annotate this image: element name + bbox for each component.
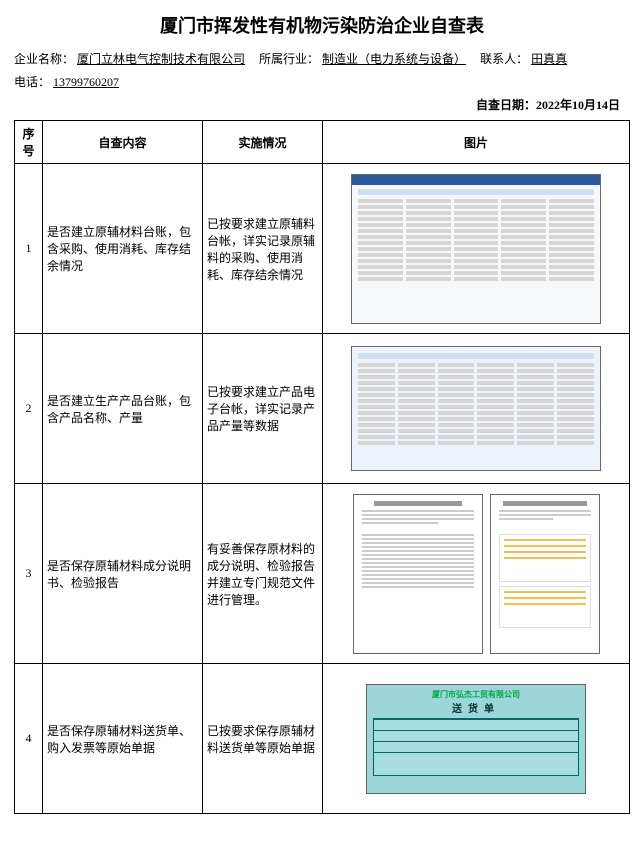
contact-label: 联系人： (480, 52, 528, 66)
th-seq: 序号 (15, 121, 43, 164)
cell-seq: 4 (15, 664, 43, 814)
cell-pic: 厦门市弘杰工贸有限公司 送货单 (323, 664, 630, 814)
page-title: 厦门市挥发性有机物污染防治企业自查表 (14, 12, 630, 38)
th-impl: 实施情况 (203, 121, 323, 164)
cell-content: 是否保存原辅材料送货单、购入发票等原始单据 (43, 664, 203, 814)
cell-pic (323, 484, 630, 664)
cell-impl: 已按要求建立原辅料台帐，详实记录原辅料的采购、使用消耗、库存结余情况 (203, 164, 323, 334)
contact-value: 田真真 (531, 52, 567, 66)
cell-content: 是否建立原辅材料台账，包含采购、使用消耗、库存结余情况 (43, 164, 203, 334)
receipt-title: 送货单 (367, 700, 585, 715)
table-row: 3 是否保存原辅材料成分说明书、检验报告 有妥善保存原材料的成分说明、检验报告并… (15, 484, 630, 664)
phone-value: 13799760207 (53, 75, 119, 89)
report-thumb (490, 494, 600, 654)
cell-impl: 已按要求保存原辅材料送货单等原始单据 (203, 664, 323, 814)
receipt-company: 厦门市弘杰工贸有限公司 (367, 685, 585, 700)
cell-content: 是否保存原辅材料成分说明书、检验报告 (43, 484, 203, 664)
industry-value: 制造业（电力系统与设备） (322, 52, 466, 66)
date-value: 2022年10月14日 (536, 98, 620, 112)
th-content: 自查内容 (43, 121, 203, 164)
date-label: 自查日期： (476, 98, 536, 112)
inspection-table: 序号 自查内容 实施情况 图片 1 是否建立原辅材料台账，包含采购、使用消耗、库… (14, 120, 630, 814)
cell-impl: 有妥善保存原材料的成分说明、检验报告并建立专门规范文件进行管理。 (203, 484, 323, 664)
company-value: 厦门立林电气控制技术有限公司 (77, 52, 245, 66)
cell-pic (323, 164, 630, 334)
cell-content: 是否建立生产产品台账，包含产品名称、产量 (43, 334, 203, 484)
table-row: 2 是否建立生产产品台账，包含产品名称、产量 已按要求建立产品电子台帐，详实记录… (15, 334, 630, 484)
phone-label: 电话： (14, 75, 50, 89)
company-label: 企业名称： (14, 52, 74, 66)
cell-pic (323, 334, 630, 484)
cell-seq: 1 (15, 164, 43, 334)
cell-seq: 2 (15, 334, 43, 484)
screenshot-thumb (351, 174, 601, 324)
th-pic: 图片 (323, 121, 630, 164)
industry-label: 所属行业： (259, 52, 319, 66)
meta-block: 企业名称： 厦门立林电气控制技术有限公司 所属行业： 制造业（电力系统与设备） … (14, 48, 630, 116)
cell-impl: 已按要求建立产品电子台帐，详实记录产品产量等数据 (203, 334, 323, 484)
table-row: 4 是否保存原辅材料送货单、购入发票等原始单据 已按要求保存原辅材料送货单等原始… (15, 664, 630, 814)
table-row: 1 是否建立原辅材料台账，包含采购、使用消耗、库存结余情况 已按要求建立原辅料台… (15, 164, 630, 334)
cell-seq: 3 (15, 484, 43, 664)
screenshot-thumb (351, 346, 601, 471)
delivery-receipt-thumb: 厦门市弘杰工贸有限公司 送货单 (366, 684, 586, 794)
doc-thumb (353, 494, 483, 654)
